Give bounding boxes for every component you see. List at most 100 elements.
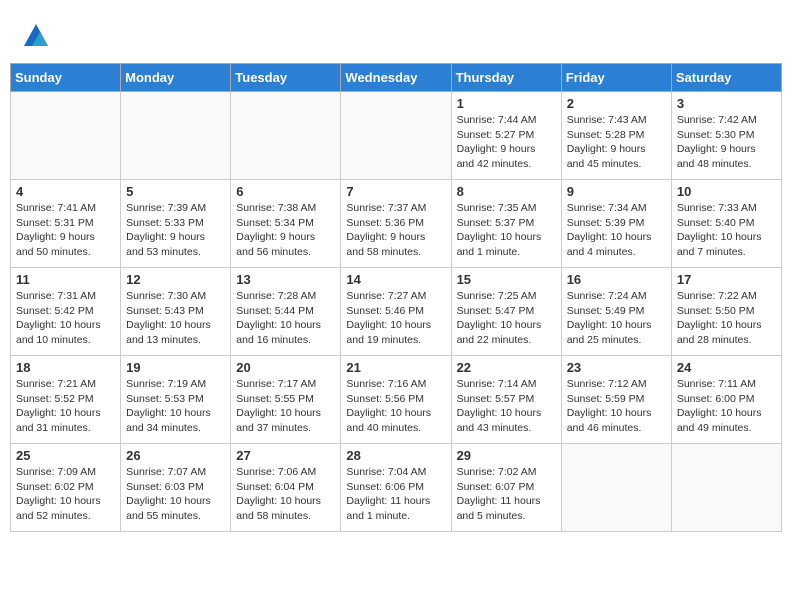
calendar-cell: 4 Sunrise: 7:41 AM Sunset: 5:31 PM Daylig… <box>11 180 121 268</box>
calendar-cell: 23 Sunrise: 7:12 AM Sunset: 5:59 PM Dayli… <box>561 356 671 444</box>
day-info: Sunrise: 7:28 AM Sunset: 5:44 PM Dayligh… <box>236 289 335 348</box>
calendar-cell: 13 Sunrise: 7:28 AM Sunset: 5:44 PM Dayli… <box>231 268 341 356</box>
calendar-cell: 25 Sunrise: 7:09 AM Sunset: 6:02 PM Dayli… <box>11 444 121 532</box>
day-info: Sunrise: 7:21 AM Sunset: 5:52 PM Dayligh… <box>16 377 115 436</box>
calendar-cell: 5 Sunrise: 7:39 AM Sunset: 5:33 PM Daylig… <box>121 180 231 268</box>
calendar-cell <box>341 92 451 180</box>
week-row-5: 25 Sunrise: 7:09 AM Sunset: 6:02 PM Dayli… <box>11 444 782 532</box>
day-number: 26 <box>126 448 225 463</box>
day-number: 29 <box>457 448 556 463</box>
day-info: Sunrise: 7:33 AM Sunset: 5:40 PM Dayligh… <box>677 201 776 260</box>
day-number: 9 <box>567 184 666 199</box>
calendar-cell: 10 Sunrise: 7:33 AM Sunset: 5:40 PM Dayli… <box>671 180 781 268</box>
day-info: Sunrise: 7:44 AM Sunset: 5:27 PM Dayligh… <box>457 113 556 172</box>
day-info: Sunrise: 7:17 AM Sunset: 5:55 PM Dayligh… <box>236 377 335 436</box>
day-number: 7 <box>346 184 445 199</box>
weekday-header-thursday: Thursday <box>451 64 561 92</box>
day-info: Sunrise: 7:22 AM Sunset: 5:50 PM Dayligh… <box>677 289 776 348</box>
weekday-header-friday: Friday <box>561 64 671 92</box>
day-info: Sunrise: 7:42 AM Sunset: 5:30 PM Dayligh… <box>677 113 776 172</box>
week-row-2: 4 Sunrise: 7:41 AM Sunset: 5:31 PM Daylig… <box>11 180 782 268</box>
calendar-cell: 26 Sunrise: 7:07 AM Sunset: 6:03 PM Dayli… <box>121 444 231 532</box>
day-number: 13 <box>236 272 335 287</box>
calendar-cell: 15 Sunrise: 7:25 AM Sunset: 5:47 PM Dayli… <box>451 268 561 356</box>
calendar-cell: 1 Sunrise: 7:44 AM Sunset: 5:27 PM Daylig… <box>451 92 561 180</box>
calendar-cell: 8 Sunrise: 7:35 AM Sunset: 5:37 PM Daylig… <box>451 180 561 268</box>
weekday-header-row: SundayMondayTuesdayWednesdayThursdayFrid… <box>11 64 782 92</box>
calendar-cell: 3 Sunrise: 7:42 AM Sunset: 5:30 PM Daylig… <box>671 92 781 180</box>
day-number: 11 <box>16 272 115 287</box>
day-info: Sunrise: 7:02 AM Sunset: 6:07 PM Dayligh… <box>457 465 556 524</box>
day-number: 25 <box>16 448 115 463</box>
day-info: Sunrise: 7:34 AM Sunset: 5:39 PM Dayligh… <box>567 201 666 260</box>
day-info: Sunrise: 7:25 AM Sunset: 5:47 PM Dayligh… <box>457 289 556 348</box>
calendar-cell: 27Sunrise: 7:06 AM Sunset: 6:04 PM Dayli… <box>231 444 341 532</box>
day-number: 8 <box>457 184 556 199</box>
day-info: Sunrise: 7:19 AM Sunset: 5:53 PM Dayligh… <box>126 377 225 436</box>
calendar-table: SundayMondayTuesdayWednesdayThursdayFrid… <box>10 63 782 532</box>
day-info: Sunrise: 7:07 AM Sunset: 6:03 PM Dayligh… <box>126 465 225 524</box>
calendar-cell: 12Sunrise: 7:30 AM Sunset: 5:43 PM Dayli… <box>121 268 231 356</box>
day-number: 15 <box>457 272 556 287</box>
calendar-cell: 22 Sunrise: 7:14 AM Sunset: 5:57 PM Dayli… <box>451 356 561 444</box>
calendar-cell: 2 Sunrise: 7:43 AM Sunset: 5:28 PM Daylig… <box>561 92 671 180</box>
calendar-cell <box>671 444 781 532</box>
day-info: Sunrise: 7:27 AM Sunset: 5:46 PM Dayligh… <box>346 289 445 348</box>
day-info: Sunrise: 7:31 AM Sunset: 5:42 PM Dayligh… <box>16 289 115 348</box>
day-info: Sunrise: 7:09 AM Sunset: 6:02 PM Dayligh… <box>16 465 115 524</box>
day-info: Sunrise: 7:39 AM Sunset: 5:33 PM Dayligh… <box>126 201 225 260</box>
weekday-header-monday: Monday <box>121 64 231 92</box>
logo <box>20 20 50 53</box>
day-number: 3 <box>677 96 776 111</box>
day-info: Sunrise: 7:24 AM Sunset: 5:49 PM Dayligh… <box>567 289 666 348</box>
day-info: Sunrise: 7:12 AM Sunset: 5:59 PM Dayligh… <box>567 377 666 436</box>
calendar-cell <box>231 92 341 180</box>
day-info: Sunrise: 7:11 AM Sunset: 6:00 PM Dayligh… <box>677 377 776 436</box>
day-info: Sunrise: 7:43 AM Sunset: 5:28 PM Dayligh… <box>567 113 666 172</box>
weekday-header-sunday: Sunday <box>11 64 121 92</box>
weekday-header-tuesday: Tuesday <box>231 64 341 92</box>
week-row-3: 11 Sunrise: 7:31 AM Sunset: 5:42 PM Dayli… <box>11 268 782 356</box>
calendar-cell: 7 Sunrise: 7:37 AM Sunset: 5:36 PM Daylig… <box>341 180 451 268</box>
day-info: Sunrise: 7:16 AM Sunset: 5:56 PM Dayligh… <box>346 377 445 436</box>
day-info: Sunrise: 7:04 AM Sunset: 6:06 PM Dayligh… <box>346 465 445 524</box>
day-number: 2 <box>567 96 666 111</box>
calendar-cell: 20 Sunrise: 7:17 AM Sunset: 5:55 PM Dayli… <box>231 356 341 444</box>
calendar-cell: 6 Sunrise: 7:38 AM Sunset: 5:34 PM Daylig… <box>231 180 341 268</box>
header <box>10 10 782 58</box>
day-number: 10 <box>677 184 776 199</box>
calendar-cell: 9 Sunrise: 7:34 AM Sunset: 5:39 PM Daylig… <box>561 180 671 268</box>
day-number: 17 <box>677 272 776 287</box>
day-number: 22 <box>457 360 556 375</box>
week-row-1: 1 Sunrise: 7:44 AM Sunset: 5:27 PM Daylig… <box>11 92 782 180</box>
calendar-cell <box>11 92 121 180</box>
calendar-cell: 17 Sunrise: 7:22 AM Sunset: 5:50 PM Dayli… <box>671 268 781 356</box>
day-number: 28 <box>346 448 445 463</box>
day-number: 18 <box>16 360 115 375</box>
calendar-cell: 28 Sunrise: 7:04 AM Sunset: 6:06 PM Dayli… <box>341 444 451 532</box>
calendar-cell: 16Sunrise: 7:24 AM Sunset: 5:49 PM Dayli… <box>561 268 671 356</box>
day-number: 24 <box>677 360 776 375</box>
day-number: 14 <box>346 272 445 287</box>
calendar-cell: 24 Sunrise: 7:11 AM Sunset: 6:00 PM Dayli… <box>671 356 781 444</box>
calendar-cell: 14 Sunrise: 7:27 AM Sunset: 5:46 PM Dayli… <box>341 268 451 356</box>
week-row-4: 18 Sunrise: 7:21 AM Sunset: 5:52 PM Dayli… <box>11 356 782 444</box>
day-number: 23 <box>567 360 666 375</box>
day-number: 27 <box>236 448 335 463</box>
day-info: Sunrise: 7:35 AM Sunset: 5:37 PM Dayligh… <box>457 201 556 260</box>
calendar-cell: 29 Sunrise: 7:02 AM Sunset: 6:07 PM Dayli… <box>451 444 561 532</box>
day-number: 6 <box>236 184 335 199</box>
day-number: 4 <box>16 184 115 199</box>
day-info: Sunrise: 7:38 AM Sunset: 5:34 PM Dayligh… <box>236 201 335 260</box>
day-info: Sunrise: 7:30 AM Sunset: 5:43 PM Dayligh… <box>126 289 225 348</box>
day-number: 19 <box>126 360 225 375</box>
day-number: 5 <box>126 184 225 199</box>
day-info: Sunrise: 7:37 AM Sunset: 5:36 PM Dayligh… <box>346 201 445 260</box>
calendar-cell: 11 Sunrise: 7:31 AM Sunset: 5:42 PM Dayli… <box>11 268 121 356</box>
logo-icon <box>22 20 50 48</box>
day-number: 20 <box>236 360 335 375</box>
day-number: 1 <box>457 96 556 111</box>
day-info: Sunrise: 7:14 AM Sunset: 5:57 PM Dayligh… <box>457 377 556 436</box>
calendar-cell: 18 Sunrise: 7:21 AM Sunset: 5:52 PM Dayli… <box>11 356 121 444</box>
day-info: Sunrise: 7:41 AM Sunset: 5:31 PM Dayligh… <box>16 201 115 260</box>
